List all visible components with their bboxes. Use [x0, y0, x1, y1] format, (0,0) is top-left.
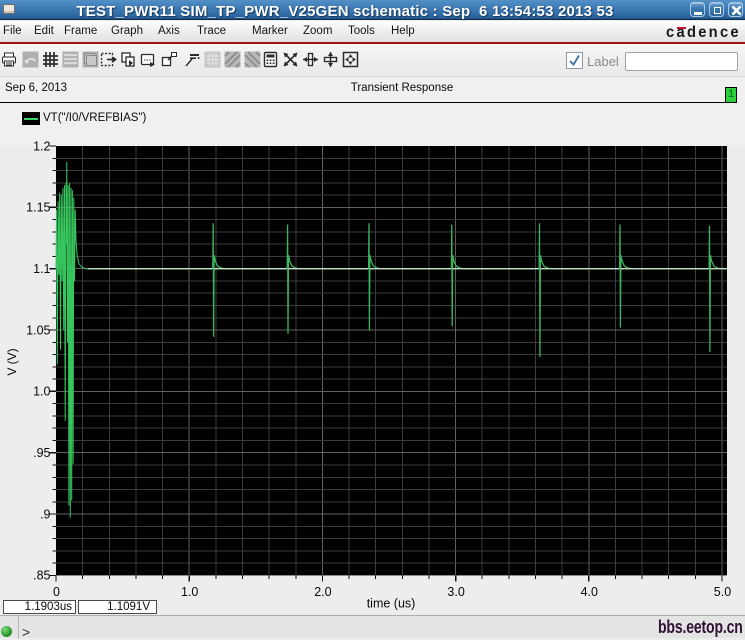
svg-text:V (V): V (V)	[5, 348, 19, 375]
svg-text:4.0: 4.0	[581, 585, 598, 599]
svg-text:1.05: 1.05	[26, 323, 50, 337]
svg-text:0: 0	[53, 585, 60, 599]
svg-text:3.0: 3.0	[447, 585, 464, 599]
svg-text:.95: .95	[33, 446, 50, 460]
svg-text:1.1: 1.1	[33, 262, 50, 276]
svg-text:1.2: 1.2	[33, 140, 50, 153]
svg-text:.85: .85	[33, 569, 50, 583]
svg-text:1.0: 1.0	[33, 385, 50, 399]
svg-text:1.15: 1.15	[26, 201, 50, 215]
svg-text:.9: .9	[40, 507, 50, 521]
svg-text:2.0: 2.0	[314, 585, 331, 599]
svg-text:time (us): time (us)	[367, 597, 416, 611]
svg-text:1.0: 1.0	[181, 585, 198, 599]
svg-text:5.0: 5.0	[714, 585, 731, 599]
